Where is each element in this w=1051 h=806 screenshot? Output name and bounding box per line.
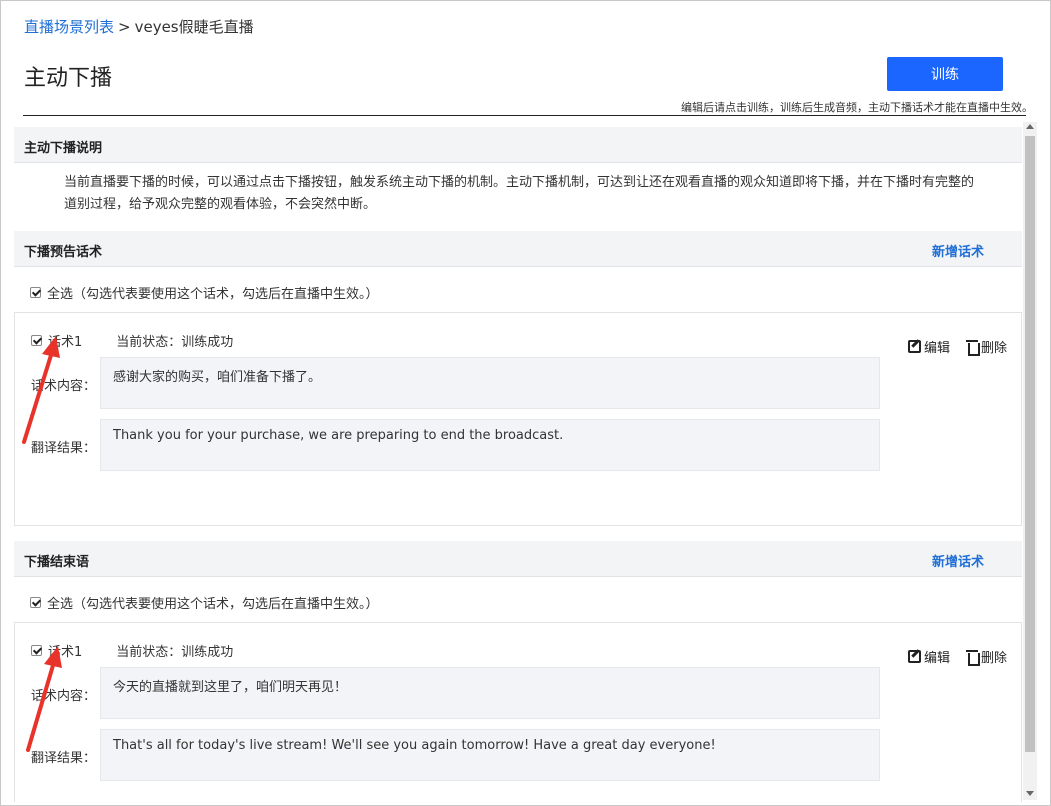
script-checkbox[interactable] <box>31 645 42 656</box>
edit-label: 编辑 <box>923 341 950 356</box>
scroll-up-arrow-icon[interactable] <box>1026 124 1034 129</box>
train-button[interactable]: 训练 <box>887 57 1003 91</box>
section-preannounce-header: 下播预告话术 新增话术 <box>14 231 1022 267</box>
script-status: 当前状态：训练成功 <box>116 645 234 660</box>
edit-icon <box>907 650 921 663</box>
delete-button[interactable]: 删除 <box>965 647 1007 666</box>
script-translation-field[interactable]: That's all for today's live stream! We'l… <box>100 729 880 781</box>
script-header: 话术1 当前状态：训练成功 <box>31 331 233 350</box>
breadcrumb-separator: > <box>118 18 131 36</box>
script-content-label: 话术内容： <box>31 689 97 704</box>
section-ending-script-card: 话术1 当前状态：训练成功 话术内容： 今天的直播就到这里了，咱们明天再见！ 翻… <box>14 622 1022 802</box>
section-preannounce-title: 下播预告话术 <box>24 245 103 260</box>
breadcrumb-link-scene-list[interactable]: 直播场景列表 <box>24 18 114 36</box>
edit-icon <box>907 340 921 353</box>
section-ending-select-all[interactable]: 全选（勾选代表要使用这个话术，勾选后在直播中生效。） <box>30 593 379 612</box>
script-content-label: 话术内容： <box>31 379 97 394</box>
delete-label: 删除 <box>980 651 1007 666</box>
script-translation-field[interactable]: Thank you for your purchase, we are prep… <box>100 419 880 471</box>
section-preannounce-add-button[interactable]: 新增话术 <box>932 241 984 260</box>
section-preannounce-select-all[interactable]: 全选（勾选代表要使用这个话术，勾选后在直播中生效。） <box>30 283 379 302</box>
script-translation-label: 翻译结果： <box>31 751 97 766</box>
train-hint: 编辑后请点击训练，训练后生成音频，主动下播话术才能在直播中生效。 <box>681 101 1033 114</box>
script-status: 当前状态：训练成功 <box>116 335 234 350</box>
script-content-field[interactable]: 感谢大家的购买，咱们准备下播了。 <box>100 357 880 409</box>
edit-button[interactable]: 编辑 <box>907 647 950 666</box>
scrollbar-thumb[interactable] <box>1025 136 1035 752</box>
trash-icon <box>965 339 980 356</box>
delete-label: 删除 <box>980 341 1007 356</box>
script-actions: 编辑 删除 <box>907 647 1007 666</box>
section-ending-header: 下播结束语 新增话术 <box>14 541 1022 577</box>
breadcrumb-current: veyes假睫毛直播 <box>134 18 254 36</box>
edit-button[interactable]: 编辑 <box>907 337 950 356</box>
trash-icon <box>965 649 980 666</box>
script-checkbox[interactable] <box>31 335 42 346</box>
scroll-down-arrow-icon[interactable] <box>1026 791 1034 796</box>
content-scroll-area: 主动下播说明 当前直播要下播的时候，可以通过点击下播按钮，触发系统主动下播的机制… <box>14 122 1022 802</box>
select-all-checkbox[interactable] <box>30 597 41 608</box>
section-ending-add-button[interactable]: 新增话术 <box>932 551 984 570</box>
script-name: 话术1 <box>48 335 83 350</box>
select-all-label: 全选（勾选代表要使用这个话术，勾选后在直播中生效。） <box>47 597 379 612</box>
script-header: 话术1 当前状态：训练成功 <box>31 641 233 660</box>
title-divider <box>23 115 1026 116</box>
script-translation-label: 翻译结果： <box>31 441 97 456</box>
delete-button[interactable]: 删除 <box>965 337 1007 356</box>
select-all-checkbox[interactable] <box>30 287 41 298</box>
vertical-scrollbar[interactable] <box>1023 122 1037 800</box>
select-all-label: 全选（勾选代表要使用这个话术，勾选后在直播中生效。） <box>47 287 379 302</box>
edit-label: 编辑 <box>923 651 950 666</box>
page-title: 主动下播 <box>24 66 113 91</box>
script-content-field[interactable]: 今天的直播就到这里了，咱们明天再见！ <box>100 667 880 719</box>
intro-description: 当前直播要下播的时候，可以通过点击下播按钮，触发系统主动下播的机制。主动下播机制… <box>64 175 975 212</box>
script-actions: 编辑 删除 <box>907 337 1007 356</box>
intro-title: 主动下播说明 <box>24 141 103 156</box>
section-preannounce-script-card: 话术1 当前状态：训练成功 话术内容： 感谢大家的购买，咱们准备下播了。 翻译结… <box>14 312 1022 526</box>
script-name: 话术1 <box>48 645 83 660</box>
section-ending-title: 下播结束语 <box>24 555 90 570</box>
intro-header: 主动下播说明 <box>14 127 1022 163</box>
breadcrumb: 直播场景列表 > veyes假睫毛直播 <box>24 16 254 37</box>
